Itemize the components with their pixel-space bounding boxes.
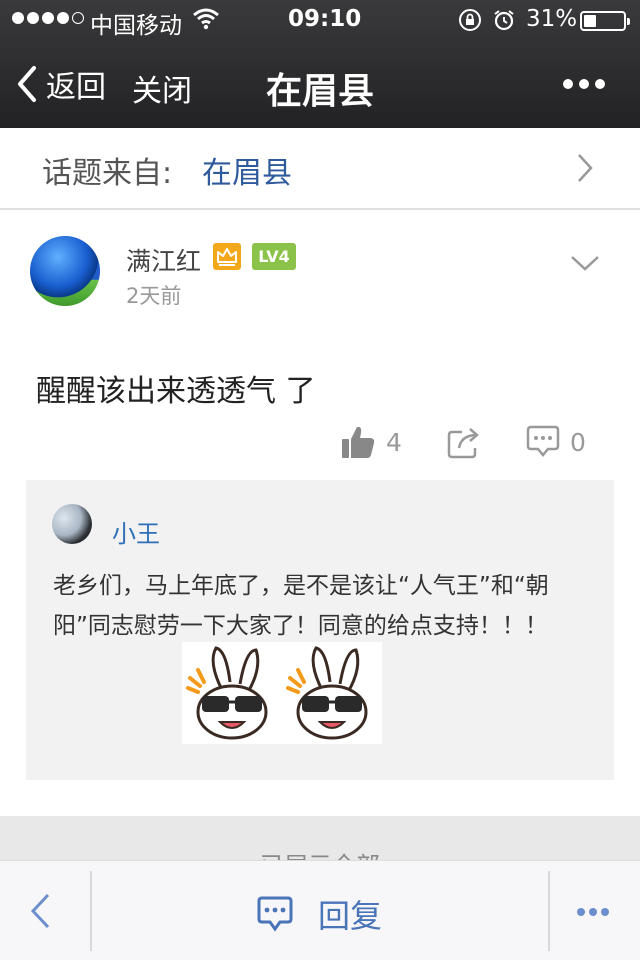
comment-count: 0 bbox=[570, 428, 586, 457]
like-button-thumbs-up-icon[interactable] bbox=[340, 424, 376, 464]
chevron-left-icon bbox=[30, 893, 50, 929]
signal-strength-icon bbox=[12, 12, 84, 24]
more-dots-icon bbox=[577, 908, 609, 916]
chevron-left-icon bbox=[18, 66, 36, 102]
rabbit-sunglasses-emoji-icon bbox=[282, 642, 382, 744]
back-button[interactable]: 返回 bbox=[16, 62, 106, 106]
post-time: 2天前 bbox=[126, 284, 182, 308]
author-avatar[interactable] bbox=[30, 236, 100, 306]
crown-badge-icon bbox=[213, 243, 241, 270]
show-all-label: 已展示全部 bbox=[0, 846, 640, 860]
bottom-toolbar: 回复 bbox=[0, 860, 640, 960]
divider bbox=[548, 871, 550, 951]
reply-button[interactable]: 回复 bbox=[256, 891, 382, 937]
rabbit-sunglasses-emoji-icon bbox=[182, 642, 282, 744]
post-content: 醒醒该出来透透气 了 bbox=[36, 374, 316, 409]
chevron-right-icon bbox=[576, 152, 594, 188]
reply-card: 小王 老乡们，马上年底了，是不是该让“人气王”和“朝阳”同志慰劳一下大家了！同意… bbox=[26, 480, 614, 780]
toolbar-back-button[interactable] bbox=[28, 891, 52, 935]
reply-author-avatar[interactable] bbox=[52, 504, 92, 544]
status-bar: 中国移动 09:10 31% bbox=[0, 0, 640, 40]
close-button[interactable]: 关闭 bbox=[132, 66, 192, 110]
reply-text: 老乡们，马上年底了，是不是该让“人气王”和“朝阳”同志慰劳一下大家了！同意的给点… bbox=[53, 573, 549, 639]
like-count: 4 bbox=[386, 428, 402, 457]
more-dots-icon bbox=[563, 79, 605, 89]
level-badge: LV4 bbox=[252, 243, 296, 270]
alarm-icon bbox=[492, 8, 516, 38]
more-options-button[interactable] bbox=[562, 76, 606, 95]
nav-bar: 返回 关闭 在眉县 bbox=[0, 40, 640, 128]
battery-percent: 31% bbox=[526, 6, 578, 32]
reply-author-name[interactable]: 小王 bbox=[112, 514, 160, 549]
toolbar-more-button[interactable] bbox=[576, 903, 610, 922]
topic-source-row[interactable]: 话题来自: 在眉县 bbox=[0, 128, 640, 210]
divider bbox=[90, 871, 92, 951]
share-button-icon[interactable] bbox=[446, 424, 482, 464]
show-all-band: 已展示全部 bbox=[0, 816, 640, 860]
top-bar: 中国移动 09:10 31% 返回 关闭 在眉县 bbox=[0, 0, 640, 128]
wifi-icon bbox=[192, 6, 220, 36]
topic-prefix: 话题来自: bbox=[42, 156, 173, 191]
back-label: 返回 bbox=[46, 70, 106, 105]
reply-label: 回复 bbox=[318, 897, 383, 935]
topic-name[interactable]: 在眉县 bbox=[202, 148, 292, 192]
comment-button-icon[interactable] bbox=[526, 424, 560, 462]
comment-bubble-icon bbox=[257, 896, 293, 932]
clock: 09:10 bbox=[288, 6, 362, 32]
battery-icon bbox=[580, 11, 630, 31]
author-name[interactable]: 满江红 bbox=[126, 242, 201, 278]
carrier-name: 中国移动 bbox=[90, 13, 182, 39]
post-menu-chevron-down-icon[interactable] bbox=[570, 254, 600, 276]
rotation-lock-icon bbox=[458, 8, 482, 38]
